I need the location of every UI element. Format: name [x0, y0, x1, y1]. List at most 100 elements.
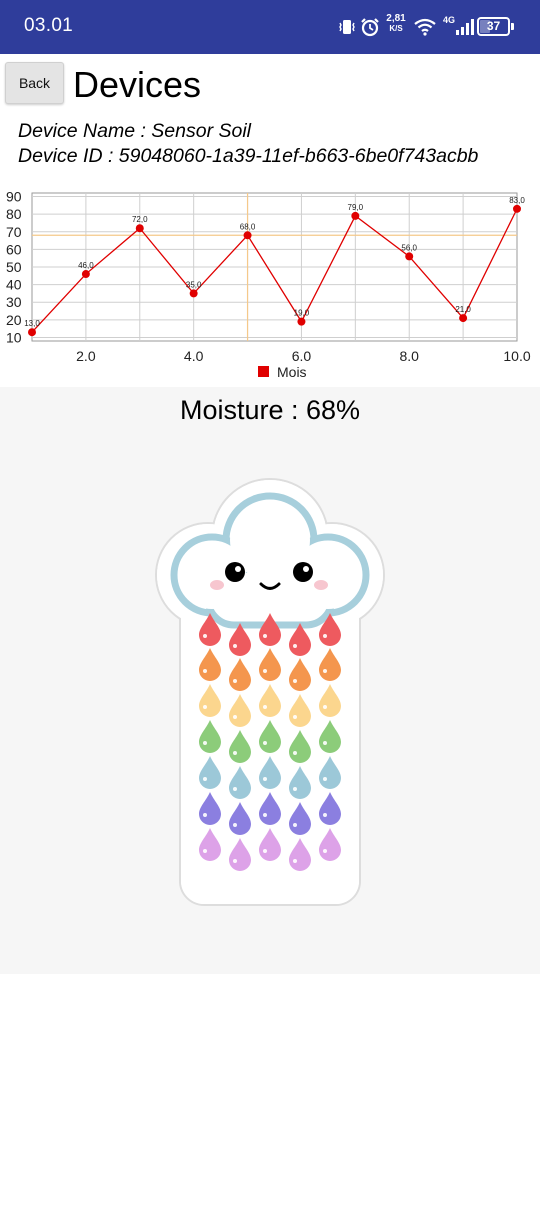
status-time: 03.01 — [24, 15, 74, 36]
cloud-right-eye — [293, 562, 313, 582]
rain-drop-shine — [233, 644, 237, 648]
battery-icon: 37 — [477, 17, 510, 36]
rain-drop-shine — [323, 669, 327, 673]
alarm-icon — [361, 18, 379, 37]
y-tick-label: 90 — [6, 189, 22, 205]
data-label: 79,0 — [348, 203, 364, 212]
rain-drop-shine — [233, 859, 237, 863]
data-point — [243, 231, 252, 240]
data-label: 68,0 — [240, 222, 256, 231]
x-tick-label: 6.0 — [292, 348, 312, 364]
net-speed-value: 2,81 — [386, 13, 406, 24]
rain-drop-shine — [323, 813, 327, 817]
moisture-chart[interactable]: 10 20 30 40 50 60 70 80 90 2.0 4.0 6.0 8.0 10.0 13,0 46… — [0, 186, 540, 384]
rain-drop-shine — [263, 813, 267, 817]
rain-drop-shine — [233, 787, 237, 791]
rain-drop-shine — [233, 823, 237, 827]
rain-drop-shine — [233, 751, 237, 755]
cloud-left-eye-shine — [235, 566, 241, 572]
moisture-label: Moisture : 68% — [179, 395, 361, 425]
data-point — [28, 328, 36, 337]
y-tick-label: 50 — [6, 259, 22, 275]
data-point — [135, 224, 144, 233]
data-point — [189, 289, 198, 298]
rain-drop-shine — [263, 669, 267, 673]
cloud-right-eye-shine — [303, 566, 309, 572]
cloud-right-cheek — [314, 580, 328, 590]
rain-drop-shine — [203, 813, 207, 817]
data-label: 21,0 — [455, 305, 471, 314]
cloud-left-cheek — [210, 580, 224, 590]
signal-icon — [456, 19, 474, 35]
rain-drop-shine — [203, 849, 207, 853]
moisture-panel: Moisture : 68% — [0, 387, 540, 974]
rain-drop-shine — [203, 705, 207, 709]
y-tick-label: 40 — [6, 277, 22, 293]
legend-marker — [258, 366, 269, 377]
rain-drop-shine — [233, 679, 237, 683]
data-label: 13,0 — [24, 319, 40, 328]
device-info: Device Name : Sensor Soil Device ID : 59… — [18, 119, 478, 169]
x-tick-label: 4.0 — [184, 348, 204, 364]
data-label: 35,0 — [186, 280, 202, 289]
data-point — [459, 314, 468, 323]
status-icons: 2,81 K/S 4G 37 — [338, 12, 518, 42]
cloud-left-eye — [225, 562, 245, 582]
data-label: 72,0 — [132, 215, 148, 224]
data-label: 56,0 — [401, 243, 417, 252]
rain-drop-shine — [323, 634, 327, 638]
x-tick-label: 10.0 — [503, 348, 530, 364]
rain-drop-shine — [233, 715, 237, 719]
rain-drop-shine — [323, 705, 327, 709]
legend-label: Mois — [277, 364, 307, 380]
rain-drop-shine — [263, 777, 267, 781]
rain-drop-shine — [263, 705, 267, 709]
wifi-icon — [414, 18, 436, 36]
rain-drop-shine — [293, 787, 297, 791]
data-label: 83,0 — [509, 196, 525, 205]
data-point — [405, 252, 414, 261]
y-tick-label: 60 — [6, 241, 22, 257]
rain-drop-shine — [263, 634, 267, 638]
y-tick-label: 70 — [6, 224, 22, 240]
x-tick-label: 8.0 — [399, 348, 419, 364]
rain-drop-shine — [293, 823, 297, 827]
data-point — [513, 204, 521, 213]
rain-drop-shine — [263, 741, 267, 745]
data-point — [81, 270, 90, 279]
y-tick-label: 80 — [6, 206, 22, 222]
rain-drop-shine — [293, 715, 297, 719]
cloud-icon — [170, 492, 370, 629]
rain-drop-shine — [293, 859, 297, 863]
rain-drop-shine — [203, 634, 207, 638]
net-speed: 2,81 K/S — [385, 13, 407, 34]
data-label: 46,0 — [78, 261, 94, 270]
rain-drop-shine — [293, 751, 297, 755]
rain-drop-shine — [203, 777, 207, 781]
data-point — [297, 317, 306, 326]
battery-tip — [511, 23, 514, 30]
rain-drop-shine — [203, 741, 207, 745]
status-bar: 03.01 2,81 K/S 4G 37 — [0, 0, 540, 54]
y-tick-label: 10 — [6, 329, 22, 345]
rain-drop-shine — [323, 849, 327, 853]
data-point — [351, 211, 360, 220]
data-label: 19,0 — [294, 309, 310, 318]
device-id: Device ID : 59048060-1a39-11ef-b663-6be0… — [18, 145, 479, 167]
chart-svg: 1020 3040 50 6070 8090 2.0 4.0 6.0 8.0 10.0 13,0 46… — [6, 189, 531, 380]
page-title: Devices — [73, 64, 202, 105]
rain-drop-shine — [293, 679, 297, 683]
vibrate-icon — [339, 20, 355, 34]
x-tick-label: 2.0 — [76, 348, 96, 364]
rain-drop-shine — [263, 849, 267, 853]
rain-cloud-illustration — [155, 478, 385, 906]
rain-drop-shine — [323, 741, 327, 745]
battery-percent: 37 — [486, 19, 501, 33]
back-button[interactable]: Back — [5, 62, 64, 104]
y-tick-label: 20 — [6, 312, 22, 328]
y-tick-label: 30 — [6, 294, 22, 310]
network-type: 4G — [443, 15, 456, 25]
rain-drop-shine — [293, 644, 297, 648]
rain-drop-shine — [203, 669, 207, 673]
net-speed-unit: K/S — [389, 24, 403, 33]
